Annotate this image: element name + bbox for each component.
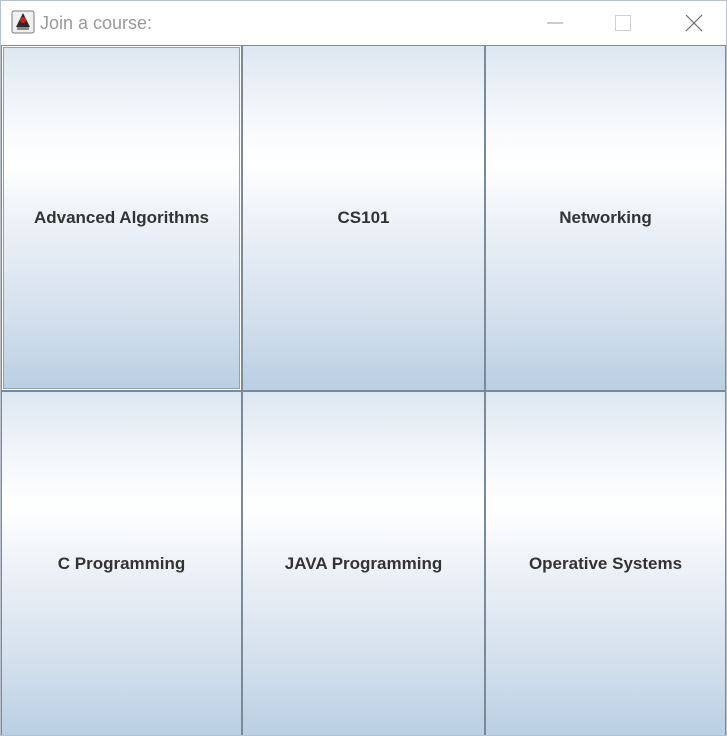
course-label: Networking (559, 208, 652, 227)
maximize-icon (615, 15, 631, 31)
course-label: C Programming (57, 554, 186, 573)
course-label: Advanced Algorithms (33, 208, 210, 227)
minimize-button[interactable] (525, 1, 585, 45)
course-label: CS101 (337, 208, 390, 227)
course-label: Operative Systems (528, 554, 683, 573)
course-label: JAVA Programming (284, 554, 443, 573)
title-bar[interactable]: Join a course: (1, 1, 726, 45)
join-course-window: Join a course: Advanced Algorithms CS101 (0, 0, 727, 736)
minimize-icon (547, 22, 563, 24)
java-duke-icon (11, 10, 35, 34)
close-button[interactable] (664, 1, 724, 45)
close-icon (685, 14, 703, 32)
course-button-networking[interactable]: Networking (485, 45, 726, 391)
window-title: Join a course: (40, 13, 153, 33)
course-button-java-programming[interactable]: JAVA Programming (242, 391, 485, 735)
course-button-cs101[interactable]: CS101 (242, 45, 485, 391)
course-button-c-programming[interactable]: C Programming (1, 391, 242, 735)
course-button-operative-systems[interactable]: Operative Systems (485, 391, 726, 735)
maximize-button[interactable] (593, 1, 653, 45)
course-grid: Advanced Algorithms CS101 Networking C P… (1, 45, 726, 735)
course-button-advanced-algorithms[interactable]: Advanced Algorithms (1, 45, 242, 391)
